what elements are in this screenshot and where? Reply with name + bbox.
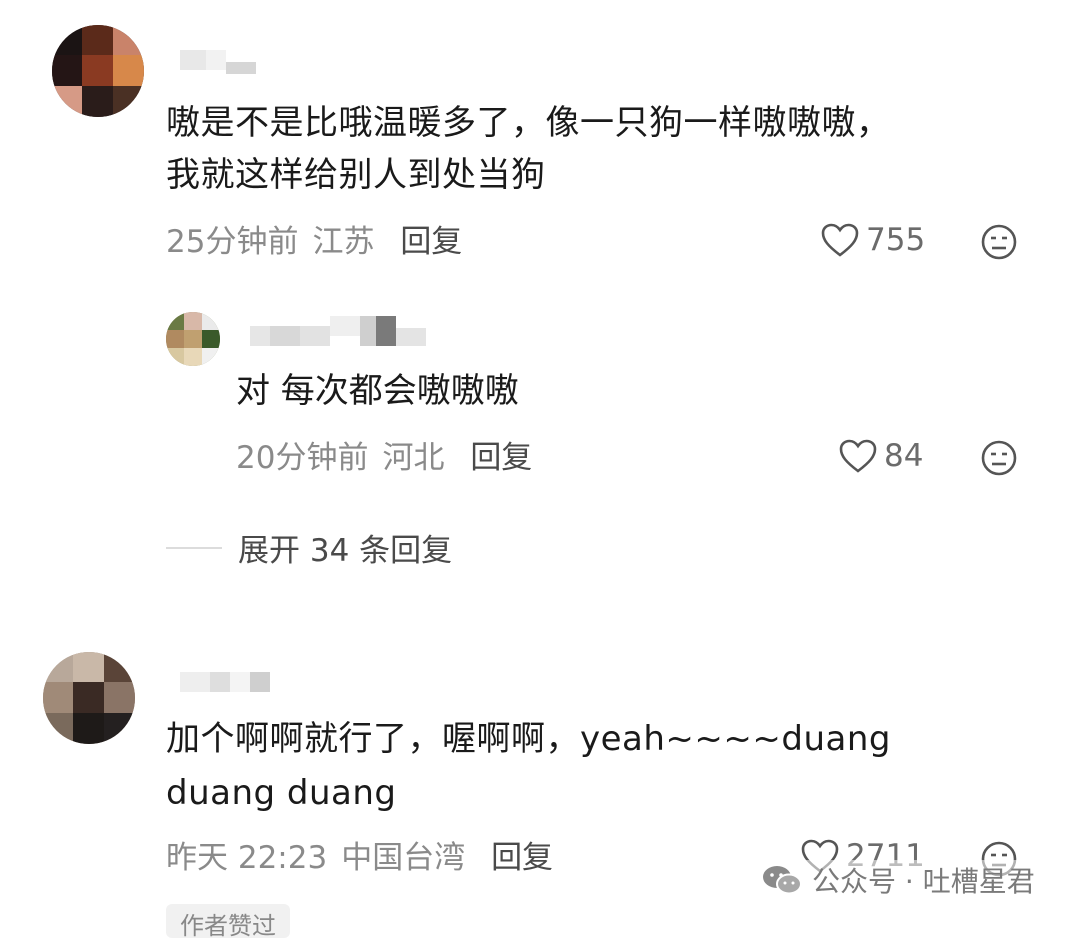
dislike-face-icon[interactable] — [980, 439, 1018, 477]
username-blurred[interactable] — [180, 50, 260, 74]
watermark: 公众号 · 吐槽星君 — [756, 860, 1039, 900]
timestamp: 昨天 22:23 — [166, 840, 328, 876]
expand-replies-button[interactable]: 展开 34 条回复 — [166, 525, 452, 570]
watermark-text: 公众号 · 吐槽星君 — [812, 865, 1035, 898]
timestamp: 25分钟前 — [166, 224, 299, 260]
expand-replies-label: 展开 34 条回复 — [238, 533, 453, 569]
location: 河北 — [382, 440, 445, 476]
comment-text-line-1: 嗷是不是比哦温暖多了，像一只狗一样嗷嗷嗷， — [166, 103, 891, 143]
comment-meta: 25分钟前 江苏 回复 — [166, 222, 462, 262]
avatar[interactable] — [52, 25, 144, 117]
like-count: 755 — [866, 222, 926, 258]
dislike-face-icon[interactable] — [980, 223, 1018, 261]
timestamp: 20分钟前 — [236, 440, 369, 476]
comment-text-line-2: 我就这样给别人到处当狗 — [166, 155, 546, 195]
avatar[interactable] — [43, 652, 135, 744]
comment-meta: 昨天 22:23 中国台湾 回复 — [166, 838, 553, 878]
reply-text: 对 每次都会嗷嗷嗷 — [236, 371, 519, 411]
wechat-icon — [763, 866, 802, 895]
reply-button[interactable]: 回复 — [470, 440, 532, 476]
location: 中国台湾 — [341, 840, 466, 876]
avatar[interactable] — [166, 312, 220, 366]
username-blurred[interactable] — [250, 316, 435, 346]
username-blurred[interactable] — [180, 672, 270, 692]
heart-icon — [821, 223, 859, 257]
like-button[interactable]: 84 — [838, 438, 923, 474]
like-button[interactable]: 755 — [820, 222, 925, 258]
author-liked-tag: 作者赞过 — [166, 904, 290, 938]
divider — [166, 546, 222, 549]
location: 江苏 — [312, 224, 375, 260]
reply-button[interactable]: 回复 — [491, 840, 553, 876]
comment-text-line-1: 加个啊啊就行了，喔啊啊，yeah~~~~duang — [166, 719, 891, 759]
reply-button[interactable]: 回复 — [400, 224, 462, 260]
like-count: 84 — [884, 438, 924, 474]
reply-meta: 20分钟前 河北 回复 — [236, 438, 532, 478]
heart-icon — [839, 439, 877, 473]
comment-text-line-2: duang duang — [166, 773, 397, 813]
